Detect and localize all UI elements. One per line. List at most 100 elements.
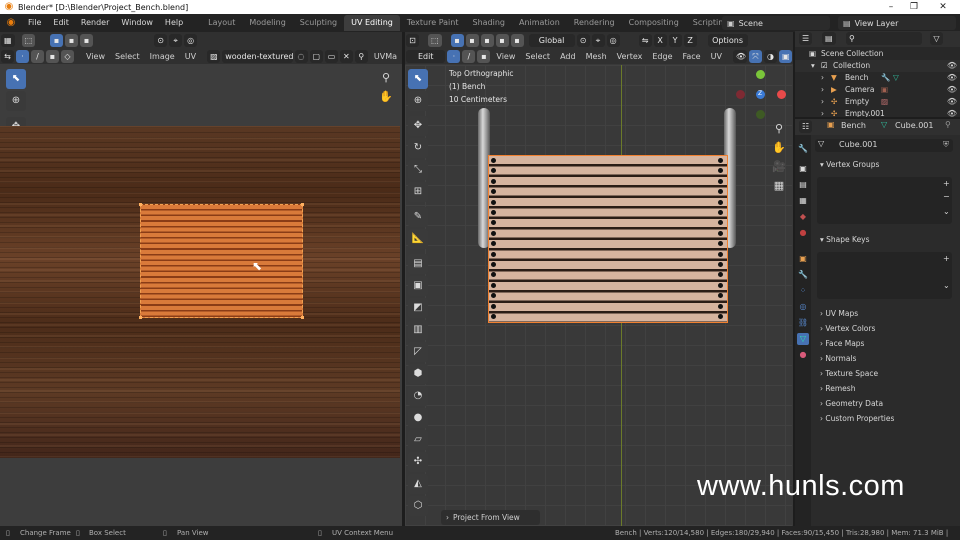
shrink-fatten-icon[interactable]: ✣ <box>408 452 428 472</box>
data-tab-icon[interactable]: ▽ <box>797 333 809 345</box>
panel-normals[interactable]: › Normals <box>812 351 957 366</box>
poly-build-icon[interactable]: ⬢ <box>408 364 428 384</box>
vertex-select-mode-icon[interactable]: · <box>447 50 461 63</box>
redo-panel[interactable]: › Project From View <box>441 510 540 525</box>
panel-shape-keys[interactable]: ▾ Shape Keys <box>812 232 957 247</box>
overlay-icon[interactable]: ◑ <box>764 50 777 63</box>
mesh-vertex[interactable] <box>491 199 496 205</box>
uv-edge-mode-icon[interactable]: / <box>31 50 44 63</box>
select-mode-extend-icon[interactable]: ▪ <box>65 34 79 47</box>
mesh-vertex[interactable] <box>718 262 723 267</box>
viewport-select-invert-icon[interactable]: ▪ <box>495 34 509 47</box>
cursor-icon[interactable]: ⊕ <box>6 91 26 111</box>
output-tab-icon[interactable]: ▤ <box>797 179 809 191</box>
uv-menu-uv[interactable]: UV <box>180 49 201 64</box>
gizmo-toggle-icon[interactable]: ⤧ <box>749 50 762 63</box>
viewport-menu-add[interactable]: Add <box>555 49 581 64</box>
viewport-menu-mesh[interactable]: Mesh <box>581 49 612 64</box>
material-tab-icon[interactable]: ● <box>797 349 809 361</box>
tab-animation[interactable]: Animation <box>512 15 567 31</box>
panel-remesh[interactable]: › Remesh <box>812 381 957 396</box>
menu-render[interactable]: Render <box>75 14 115 32</box>
shape-keys-list[interactable] <box>817 252 952 299</box>
menu-edit[interactable]: Edit <box>47 14 75 32</box>
loop-cut-icon[interactable]: ▥ <box>408 320 428 340</box>
knife-icon[interactable]: ◸ <box>408 342 428 362</box>
panel-vertex-groups[interactable]: ▾ Vertex Groups <box>812 157 957 172</box>
fake-user-shield-icon[interactable]: ⛨ <box>943 140 949 150</box>
mesh-vertex[interactable] <box>491 303 496 309</box>
tab-rendering[interactable]: Rendering <box>567 15 622 31</box>
outliner-row[interactable]: › ✣ Empty.001 👁 <box>795 108 960 117</box>
minimize-button[interactable]: – <box>880 0 902 14</box>
menu-file[interactable]: File <box>22 14 47 32</box>
mesh-vertex[interactable] <box>491 158 496 163</box>
remove-vertex-group-icon[interactable]: − <box>943 192 950 201</box>
vp-zoom-icon[interactable]: ⚲ <box>770 120 788 138</box>
face-select-mode-icon[interactable]: ▪ <box>477 50 491 63</box>
tab-layout[interactable]: Layout <box>201 15 242 31</box>
axis-z-toggle[interactable]: Z <box>683 34 697 47</box>
xray-icon[interactable]: ▣ <box>779 50 792 63</box>
uv-menu-image[interactable]: Image <box>145 49 180 64</box>
panel-vertex-colors[interactable]: › Vertex Colors <box>812 321 957 336</box>
blender-menu-icon[interactable]: ◉ <box>4 16 18 30</box>
mesh-vertex[interactable] <box>491 262 496 267</box>
tab-modeling[interactable]: Modeling <box>242 15 292 31</box>
panel-custom-properties[interactable]: › Custom Properties <box>812 411 957 426</box>
viewport-select-subtract-icon[interactable]: ▪ <box>480 34 494 47</box>
mesh-vertex[interactable] <box>718 210 723 215</box>
viewport-select-new-icon[interactable]: ▪ <box>450 34 464 47</box>
tab-sculpting[interactable]: Sculpting <box>293 15 344 31</box>
uv-vertex[interactable] <box>139 316 142 319</box>
scene-tab-icon[interactable]: ◆ <box>797 211 809 223</box>
tab-compositing[interactable]: Compositing <box>622 15 686 31</box>
tab-uv-editing[interactable]: UV Editing <box>344 15 400 31</box>
eye-icon[interactable]: 👁 <box>947 72 957 84</box>
close-button[interactable]: ✕ <box>932 0 954 14</box>
vp-pan-hand-icon[interactable]: ✋ <box>770 139 788 157</box>
image-browse-icon[interactable]: ▨ <box>207 50 221 63</box>
add-vertex-group-icon[interactable]: + <box>943 179 950 188</box>
select-mode-subtract-icon[interactable]: ▪ <box>80 34 94 47</box>
rip-region-icon[interactable]: ⬡ <box>408 496 428 516</box>
panel-face-maps[interactable]: › Face Maps <box>812 336 957 351</box>
viewport-snap-icon[interactable]: ⌖ <box>591 34 605 47</box>
vp-select-box-icon[interactable]: ⬉ <box>408 69 428 89</box>
unlink-image-icon[interactable]: ✕ <box>339 50 353 63</box>
mesh-vertex[interactable] <box>718 178 723 184</box>
outliner-row[interactable]: › ▶ Camera ▣ 👁 <box>795 84 960 96</box>
vp-scale-icon[interactable]: ⤡ <box>408 160 428 180</box>
extrude-icon[interactable]: ▤ <box>408 254 428 274</box>
new-image-icon[interactable]: ▢ <box>309 50 323 63</box>
panel-texture-space[interactable]: › Texture Space <box>812 366 957 381</box>
uv-vertex[interactable] <box>139 203 142 206</box>
uv-menu-select[interactable]: Select <box>110 49 145 64</box>
sync-select-icon[interactable]: ⇆ <box>1 50 14 63</box>
uvmap-label[interactable]: UVMa <box>369 49 402 64</box>
vp-transform-icon[interactable]: ⊞ <box>408 182 428 202</box>
uv-vertex-mode-icon[interactable]: · <box>16 50 29 63</box>
camera-view-icon[interactable]: 🎥 <box>770 158 788 176</box>
viewport-select-intersect-icon[interactable]: ▪ <box>510 34 524 47</box>
gizmo-neg-y-axis[interactable] <box>756 110 765 119</box>
viewport-menu-face[interactable]: Face <box>678 49 706 64</box>
mode-dropdown[interactable]: Edit Mode <box>406 50 446 74</box>
pivot-icon[interactable]: ⊙ <box>154 34 168 47</box>
mesh-vertex[interactable] <box>491 282 496 288</box>
gizmo-z-axis[interactable]: Z <box>756 90 765 99</box>
outliner-row[interactable]: › ▼ Bench 🔧 ▽ 👁 <box>795 72 960 84</box>
gizmo-y-axis[interactable] <box>756 70 765 79</box>
shear-icon[interactable]: ◭ <box>408 474 428 494</box>
render-tab-icon[interactable]: ▣ <box>797 163 809 175</box>
orientation-dropdown[interactable]: Global <box>528 34 575 47</box>
visibility-icon[interactable]: 👁 <box>732 50 747 63</box>
smooth-icon[interactable]: ● <box>408 408 428 428</box>
edge-slide-icon[interactable]: ▱ <box>408 430 428 450</box>
mesh-datablock-field[interactable]: ▽ Cube.001 <box>815 139 953 152</box>
select-mode-new-icon[interactable]: ▪ <box>50 34 64 47</box>
pin-icon[interactable]: ⚲ <box>945 120 951 129</box>
spin-icon[interactable]: ◔ <box>408 386 428 406</box>
outliner-row[interactable]: › ✣ Empty ▨ 👁 <box>795 96 960 108</box>
panel-geometry-data[interactable]: › Geometry Data <box>812 396 957 411</box>
